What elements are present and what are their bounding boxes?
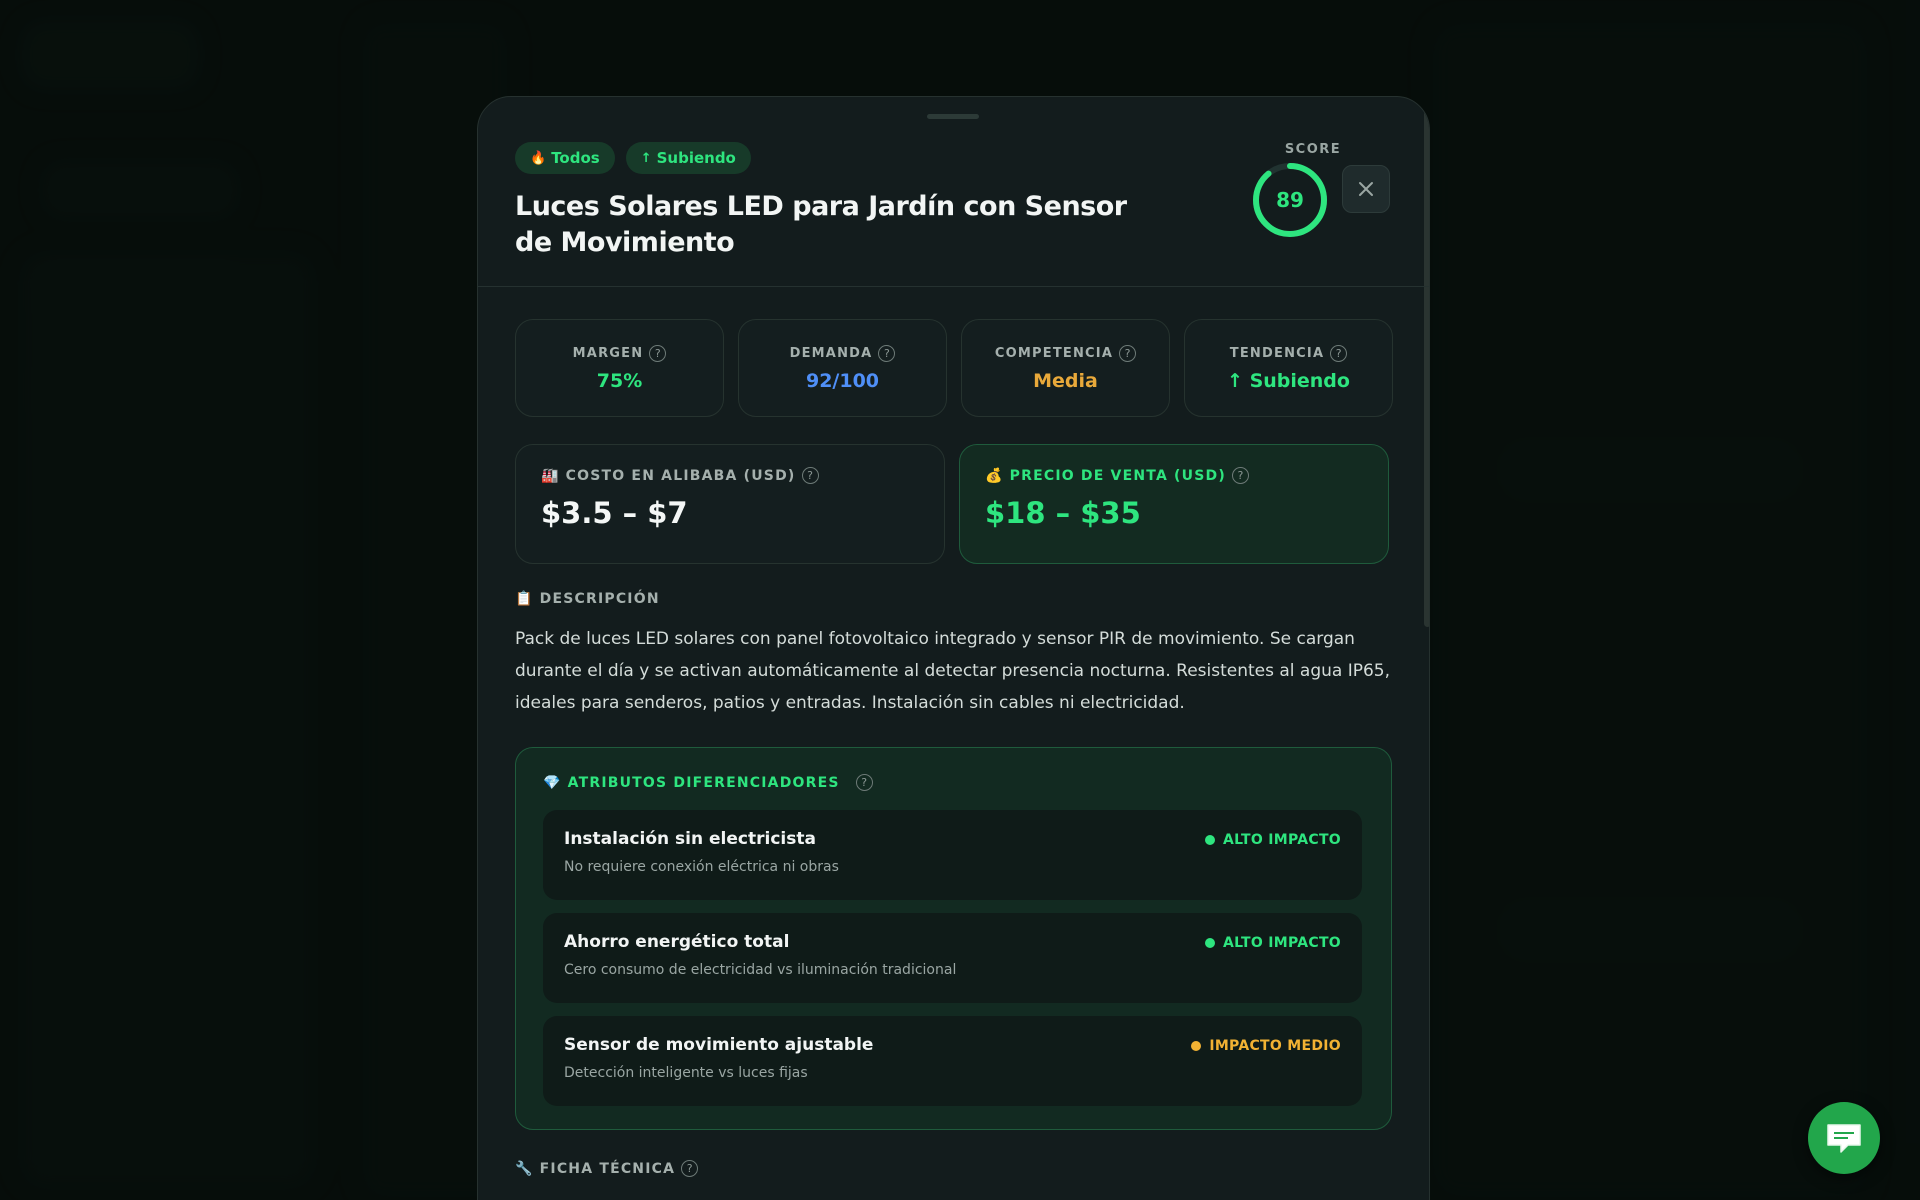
- money-bag-icon: 💰: [985, 467, 1004, 484]
- impact-label: IMPACTO MEDIO: [1209, 1038, 1341, 1054]
- gem-icon: 💎: [543, 774, 562, 791]
- attribute-description: Detección inteligente vs luces fijas: [564, 1065, 808, 1081]
- attribute-description: Cero consumo de electricidad vs iluminac…: [564, 962, 957, 978]
- arrow-up-icon: ↑: [640, 150, 652, 166]
- cost-card: 🏭 COSTO EN ALIBABA (USD) ? $3.5 – $7: [515, 444, 945, 564]
- help-icon[interactable]: ?: [878, 344, 896, 362]
- score-value: 89: [1276, 188, 1304, 212]
- metric-value: Media: [1033, 369, 1098, 392]
- metric-demanda: DEMANDA? 92/100: [738, 319, 947, 417]
- chat-button[interactable]: [1808, 1102, 1880, 1174]
- attribute-item: Sensor de movimiento ajustable Detección…: [543, 1016, 1362, 1106]
- cost-label: COSTO EN ALIBABA (USD): [565, 467, 796, 484]
- ficha-tecnica-heading: 🔧 FICHA TÉCNICA ?: [515, 1160, 699, 1177]
- modal-header: 🔥 Todos ↑ Subiendo Luces Solares LED par…: [478, 97, 1429, 287]
- ficha-label: FICHA TÉCNICA: [539, 1160, 676, 1177]
- chat-icon: [1827, 1124, 1861, 1153]
- metric-label: MARGEN: [572, 345, 644, 361]
- help-icon[interactable]: ?: [801, 467, 819, 484]
- cost-value: $3.5 – $7: [541, 496, 688, 530]
- metric-value: 75%: [596, 369, 643, 392]
- prices-row: 🏭 COSTO EN ALIBABA (USD) ? $3.5 – $7 💰 P…: [515, 444, 1389, 564]
- attribute-description: No requiere conexión eléctrica ni obras: [564, 859, 839, 875]
- metric-competencia: COMPETENCIA? Media: [961, 319, 1170, 417]
- tag-label: Subiendo: [656, 149, 736, 167]
- fire-icon: 🔥: [530, 150, 547, 166]
- metric-label: COMPETENCIA: [994, 345, 1114, 361]
- impact-dot: [1204, 835, 1215, 845]
- clipboard-icon: 📋: [515, 591, 534, 607]
- metric-label: DEMANDA: [789, 345, 873, 361]
- impact-label: ALTO IMPACTO: [1222, 935, 1341, 951]
- metric-tendencia: TENDENCIA? ↑ Subiendo: [1184, 319, 1393, 417]
- metric-value: 92/100: [805, 369, 880, 392]
- product-detail-modal: 🔥 Todos ↑ Subiendo Luces Solares LED par…: [477, 96, 1430, 1200]
- tag-list: 🔥 Todos ↑ Subiendo: [515, 142, 751, 174]
- close-button[interactable]: [1342, 165, 1390, 213]
- attributes-heading: 💎 ATRIBUTOS DIFERENCIADORES ?: [543, 774, 873, 791]
- help-icon[interactable]: ?: [1119, 344, 1137, 362]
- help-icon[interactable]: ?: [1231, 467, 1249, 484]
- help-icon[interactable]: ?: [681, 1160, 699, 1177]
- description-text: Pack de luces LED solares con panel foto…: [515, 629, 1391, 713]
- impact-dot: [1191, 1041, 1202, 1051]
- metric-value: ↑ Subiendo: [1227, 369, 1350, 392]
- help-icon[interactable]: ?: [649, 344, 667, 362]
- metric-margen: MARGEN? 75%: [515, 319, 724, 417]
- metrics-row: MARGEN? 75% DEMANDA? 92/100 COMPETENCIA?…: [515, 319, 1393, 417]
- tag-todos[interactable]: 🔥 Todos: [515, 142, 615, 174]
- tag-label: Todos: [551, 149, 600, 167]
- attribute-item: Ahorro energético total Cero consumo de …: [543, 913, 1362, 1003]
- score-label: SCORE: [1284, 142, 1342, 157]
- attributes-label: ATRIBUTOS DIFERENCIADORES: [567, 774, 840, 791]
- impact-badge: ALTO IMPACTO: [1204, 832, 1341, 848]
- help-icon[interactable]: ?: [1330, 344, 1348, 362]
- help-icon[interactable]: ?: [855, 774, 873, 791]
- impact-badge: IMPACTO MEDIO: [1191, 1038, 1341, 1054]
- description-heading: 📋 DESCRIPCIÓN: [515, 591, 660, 607]
- attributes-card: 💎 ATRIBUTOS DIFERENCIADORES ? Instalació…: [515, 747, 1392, 1130]
- sale-price-card: 💰 PRECIO DE VENTA (USD) ? $18 – $35: [959, 444, 1389, 564]
- close-icon: [1359, 182, 1373, 196]
- factory-icon: 🏭: [541, 467, 560, 484]
- description-label: DESCRIPCIÓN: [539, 591, 660, 607]
- impact-badge: ALTO IMPACTO: [1204, 935, 1341, 951]
- impact-dot: [1204, 938, 1215, 948]
- tag-subiendo[interactable]: ↑ Subiendo: [625, 142, 751, 174]
- sale-price-label: PRECIO DE VENTA (USD): [1009, 467, 1226, 484]
- sale-price-value: $18 – $35: [985, 496, 1141, 530]
- product-title: Luces Solares LED para Jardín con Sensor…: [515, 191, 1127, 258]
- attribute-item: Instalación sin electricista No requiere…: [543, 810, 1362, 900]
- metric-label: TENDENCIA: [1229, 345, 1325, 361]
- impact-label: ALTO IMPACTO: [1222, 832, 1341, 848]
- wrench-icon: 🔧: [515, 1160, 534, 1177]
